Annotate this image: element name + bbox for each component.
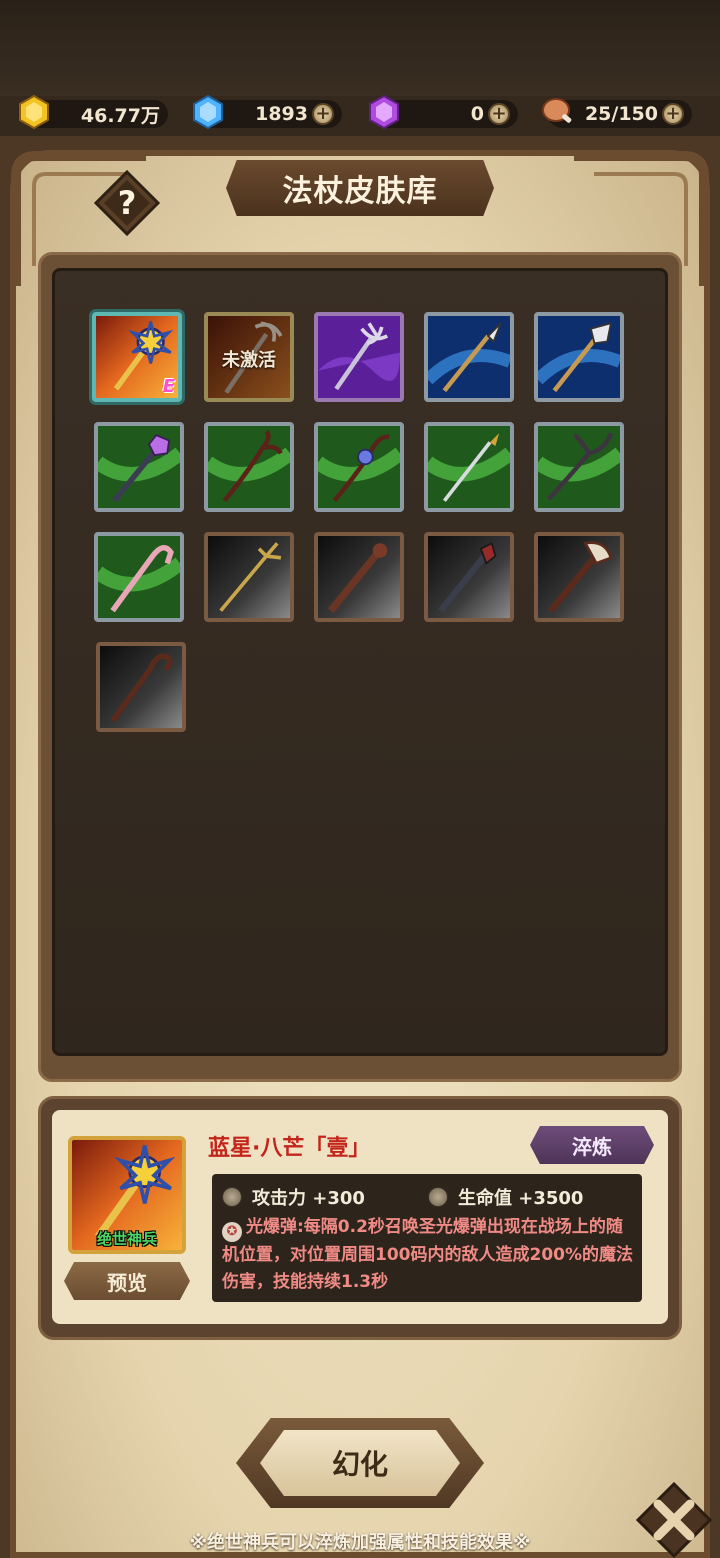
hp-label: 生命值 +3500 (458, 1188, 584, 1209)
skill-text: 光爆弹:每隔0.2秒召唤圣光爆弹出现在战场上的随机位置，对位置周围100码内的敌… (222, 1217, 634, 1292)
green-spear-icon (428, 426, 510, 508)
fork-staff-icon (538, 426, 620, 508)
attack-label: 攻击力 +300 (252, 1188, 365, 1209)
purple-gem-value: 0 (470, 103, 484, 125)
purple-gem-icon (369, 94, 399, 130)
skin-cell-bone[interactable]: 未激活 (204, 312, 294, 402)
spear-staff-icon (428, 316, 510, 398)
skin-cell-mace-gray[interactable] (424, 532, 514, 622)
title-banner: 法杖皮肤库 (226, 160, 494, 216)
gem-staff-icon (98, 426, 180, 508)
skin-cell-hammer-gray[interactable] (534, 532, 624, 622)
skin-cell-fork-gray[interactable] (204, 532, 294, 622)
blue-gem-icon (193, 94, 223, 130)
footnote: ※绝世神兵可以淬炼加强属性和技能效果※ (189, 1532, 531, 1553)
question-mark-icon[interactable]: ? (94, 170, 160, 236)
skin-cell-fork-green[interactable] (534, 422, 624, 512)
stats-box[interactable]: 攻击力 +300 生命值 +3500 ✪ 光爆弹:每隔0.2秒召唤圣光爆弹出现在战… (212, 1174, 642, 1302)
add-purple-gem-button[interactable]: + (488, 103, 510, 125)
skin-cell-star[interactable]: E (92, 312, 182, 402)
svg-text:?: ? (118, 184, 137, 222)
root-staff-icon (208, 426, 290, 508)
status-bar (0, 0, 720, 96)
skin-cell-flower-green[interactable] (314, 422, 404, 512)
hp-stat: 生命值 +3500 (428, 1184, 583, 1210)
skin-cell-crook-gray[interactable] (96, 642, 186, 732)
diamond-counter: 1893 + (193, 94, 342, 130)
stamina-value: 25/150 (584, 103, 658, 125)
skin-cell-gem-green[interactable] (94, 422, 184, 512)
stat-dot-icon (222, 1187, 242, 1207)
page-title: 法杖皮肤库 (282, 174, 438, 209)
skill-description: ✪ 光爆弹:每隔0.2秒召唤圣光爆弹出现在战场上的随机位置，对位置周围100码内的… (222, 1214, 636, 1296)
preview-button[interactable]: 预览 (64, 1262, 190, 1300)
add-diamond-button[interactable]: + (312, 103, 334, 125)
meat-icon (542, 98, 572, 123)
equipped-badge: E (162, 376, 175, 397)
gold-coin-icon (19, 94, 49, 130)
transform-button[interactable]: 幻化 (260, 1430, 460, 1496)
skin-cell-spear-blue[interactable] (424, 312, 514, 402)
attack-stat: 攻击力 +300 (222, 1184, 365, 1210)
skin-cell-trident-purple[interactable] (314, 312, 404, 402)
gray-fork-icon (208, 536, 290, 618)
candy-staff-icon (98, 536, 180, 618)
purple-gem-counter: 0 + (369, 94, 518, 130)
skin-cell-root-green[interactable] (204, 422, 294, 512)
axe-staff-icon (538, 316, 620, 398)
stamina-counter: 25/150 + (542, 98, 692, 128)
gold-value: 46.77万 (80, 104, 160, 127)
hammer-staff-icon (538, 536, 620, 618)
skin-cell-spear-green[interactable] (424, 422, 514, 512)
skin-name: 蓝星·八芒「壹」 (208, 1136, 371, 1161)
stat-dot-icon (428, 1187, 448, 1207)
skin-cell-axe-blue[interactable] (534, 312, 624, 402)
trident-staff-icon (318, 316, 400, 398)
refine-button[interactable]: 淬炼 (530, 1126, 654, 1164)
mace-staff-icon (428, 536, 510, 618)
skin-cell-club-gray[interactable] (314, 532, 404, 622)
crook-staff-icon (100, 646, 182, 728)
skin-cell-candy-green[interactable] (94, 532, 184, 622)
diamond-value: 1893 (255, 103, 308, 125)
locked-label: 未激活 (222, 350, 276, 371)
gold-counter: 46.77万 (19, 94, 168, 130)
club-staff-icon (318, 536, 400, 618)
flower-staff-icon (318, 426, 400, 508)
star-icon: ✪ (222, 1221, 242, 1242)
add-stamina-button[interactable]: + (662, 103, 684, 125)
rank-label: 绝世神兵 (96, 1230, 157, 1248)
